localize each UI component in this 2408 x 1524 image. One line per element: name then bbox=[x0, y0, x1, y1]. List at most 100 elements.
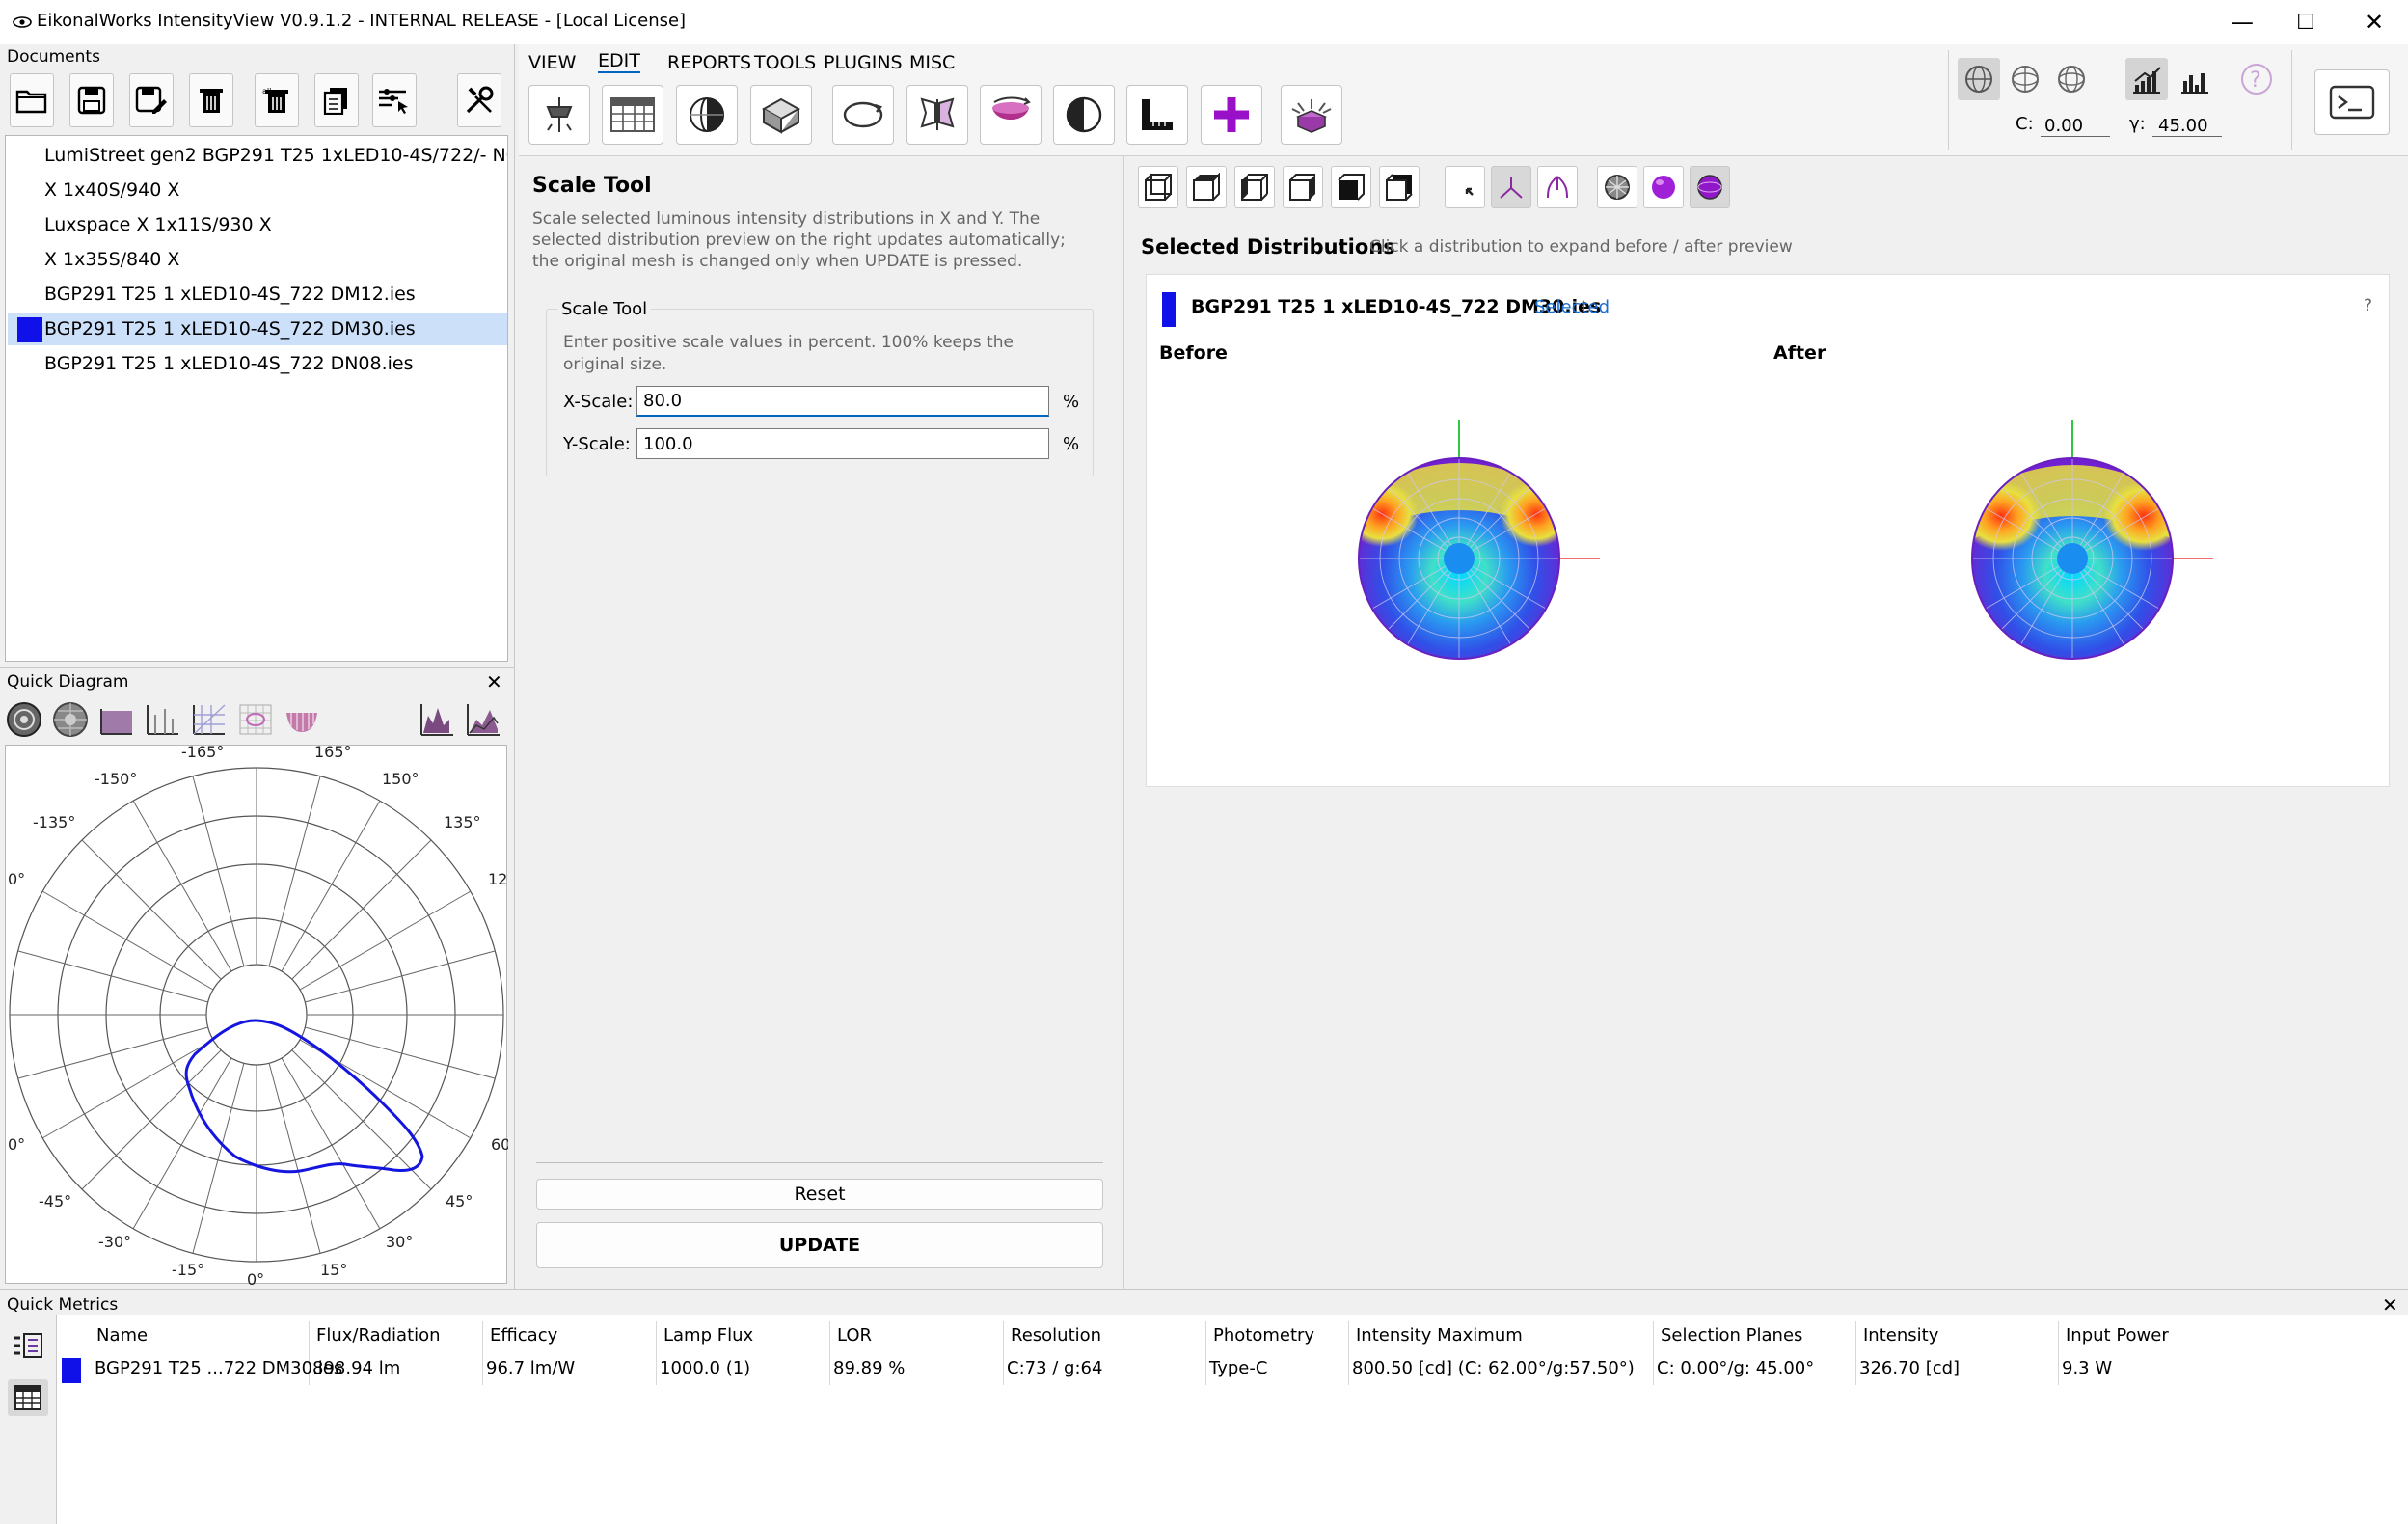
sphere-diagram-button[interactable] bbox=[50, 700, 91, 739]
export-chart-button[interactable] bbox=[417, 700, 457, 739]
tab-plugins[interactable]: PLUGINS bbox=[824, 52, 903, 73]
list-item[interactable]: X 1x40S/940 X bbox=[8, 175, 507, 206]
maximize-button[interactable]: ☐ bbox=[2272, 6, 2340, 39]
pointer-button[interactable] bbox=[1445, 166, 1485, 208]
sphere-view-button[interactable] bbox=[676, 85, 738, 145]
column-header[interactable]: Input Power bbox=[2066, 1325, 2169, 1346]
column-header[interactable]: Flux/Radiation bbox=[316, 1325, 441, 1346]
angle-label: -30° bbox=[98, 1233, 131, 1251]
terminal-icon bbox=[2329, 85, 2375, 120]
list-item[interactable]: BGP291 T25 1 xLED10-4S_722 DM12.ies bbox=[8, 279, 507, 311]
quick-diagram-close-button[interactable]: ✕ bbox=[486, 670, 502, 694]
save-button[interactable] bbox=[69, 73, 114, 127]
column-divider bbox=[829, 1321, 830, 1385]
tab-view[interactable]: VIEW bbox=[528, 52, 576, 73]
scale-tool-button[interactable] bbox=[1281, 85, 1342, 145]
y-scale-input[interactable] bbox=[636, 428, 1049, 459]
globe-bb-button[interactable] bbox=[2004, 58, 2046, 100]
cube-left-icon bbox=[1241, 174, 1268, 201]
reset-button[interactable]: Reset bbox=[536, 1179, 1103, 1210]
copy-button[interactable] bbox=[314, 73, 359, 127]
metrics-table-view-button[interactable] bbox=[8, 1379, 48, 1416]
console-button[interactable] bbox=[2314, 69, 2390, 135]
column-header[interactable]: Name bbox=[96, 1325, 148, 1346]
tools-settings-button[interactable] bbox=[457, 73, 501, 127]
add-button[interactable] bbox=[1201, 85, 1262, 145]
cartesian-diagram-button[interactable] bbox=[96, 700, 137, 739]
tab-misc[interactable]: MISC bbox=[909, 52, 955, 73]
ruler-l-icon bbox=[1142, 99, 1173, 130]
delete-all-button[interactable]: all bbox=[255, 73, 299, 127]
angle-label: 30° bbox=[386, 1233, 413, 1251]
view-right-button[interactable] bbox=[1283, 166, 1323, 208]
open-folder-button[interactable] bbox=[10, 73, 54, 127]
list-item[interactable]: LumiStreet gen2 BGP291 T25 1xLED10-4S/72… bbox=[8, 140, 507, 172]
cone-diagram-button[interactable] bbox=[143, 700, 183, 739]
angle-label: 0° bbox=[247, 1270, 264, 1285]
cursor-icon bbox=[1465, 187, 1474, 196]
copy-icon bbox=[323, 88, 347, 115]
angle-label: 0° bbox=[8, 1135, 25, 1154]
luminance-diagram-button[interactable] bbox=[189, 700, 230, 739]
x-scale-input[interactable] bbox=[636, 386, 1049, 417]
column-header[interactable]: Efficacy bbox=[490, 1325, 557, 1346]
isolux-diagram-button[interactable] bbox=[235, 700, 276, 739]
box-view-button[interactable] bbox=[750, 85, 812, 145]
luminaire-button[interactable] bbox=[528, 85, 590, 145]
shaded-button[interactable] bbox=[1690, 166, 1730, 208]
minimize-button[interactable]: — bbox=[2208, 6, 2276, 39]
symmetry-button[interactable] bbox=[1053, 85, 1115, 145]
view-bottom-button[interactable] bbox=[1331, 166, 1371, 208]
mirror-button[interactable] bbox=[906, 85, 968, 145]
globe-cy-button[interactable] bbox=[1958, 58, 2000, 100]
card-help-button[interactable]: ? bbox=[2364, 296, 2372, 315]
compare-chart-button[interactable] bbox=[463, 700, 503, 739]
column-header[interactable]: Intensity Maximum bbox=[1356, 1325, 1523, 1346]
rotate-button[interactable] bbox=[832, 85, 894, 145]
list-item[interactable]: BGP291 T25 1 xLED10-4S_722 DN08.ies bbox=[8, 348, 507, 380]
panel-divider bbox=[536, 1162, 1103, 1163]
curves-button[interactable] bbox=[1537, 166, 1578, 208]
column-header[interactable]: Resolution bbox=[1011, 1325, 1101, 1346]
diagonal-grid-icon bbox=[193, 704, 226, 735]
tilt-button[interactable] bbox=[980, 85, 1042, 145]
gamma-value[interactable]: 45.00 bbox=[2152, 116, 2222, 137]
metrics-list-view-button[interactable] bbox=[8, 1327, 48, 1364]
measure-button[interactable] bbox=[1126, 85, 1188, 145]
tab-tools[interactable]: TOOLS bbox=[754, 52, 816, 73]
view-back-button[interactable] bbox=[1379, 166, 1420, 208]
chart-bars-alt-button[interactable] bbox=[2174, 58, 2216, 100]
view-left-button[interactable] bbox=[1234, 166, 1275, 208]
list-item[interactable]: X 1x35S/840 X bbox=[8, 244, 507, 276]
polar-diagram-button[interactable] bbox=[4, 700, 44, 739]
column-header[interactable]: Lamp Flux bbox=[663, 1325, 753, 1346]
tab-edit[interactable]: EDIT bbox=[598, 50, 640, 73]
list-item-selected[interactable]: BGP291 T25 1 xLED10-4S_722 DM30.ies bbox=[8, 313, 507, 345]
delete-button[interactable] bbox=[189, 73, 233, 127]
table-view-button[interactable] bbox=[602, 85, 663, 145]
quick-metrics-close-button[interactable]: ✕ bbox=[2382, 1293, 2398, 1317]
update-button[interactable]: UPDATE bbox=[536, 1222, 1103, 1268]
column-header[interactable]: Photometry bbox=[1213, 1325, 1314, 1346]
distribution-card[interactable]: BGP291 T25 1 xLED10-4S_722 DM30.ies Sele… bbox=[1146, 274, 2390, 787]
view-front-button[interactable] bbox=[1138, 166, 1178, 208]
axes-button[interactable] bbox=[1491, 166, 1531, 208]
chart-bars-button[interactable] bbox=[2125, 58, 2168, 100]
wireframe-button[interactable] bbox=[1597, 166, 1637, 208]
select-filter-button[interactable] bbox=[372, 73, 417, 127]
glare-diagram-button[interactable] bbox=[282, 700, 322, 739]
column-header[interactable]: LOR bbox=[837, 1325, 872, 1346]
c-value[interactable]: 0.00 bbox=[2041, 116, 2110, 137]
solid-button[interactable] bbox=[1643, 166, 1684, 208]
close-button[interactable]: ✕ bbox=[2340, 6, 2408, 39]
save-as-button[interactable] bbox=[129, 73, 174, 127]
globe-aa-button[interactable] bbox=[2050, 58, 2093, 100]
column-header[interactable]: Selection Planes bbox=[1661, 1325, 1802, 1346]
tab-reports[interactable]: REPORTS bbox=[667, 52, 751, 73]
help-button[interactable]: ? bbox=[2235, 58, 2278, 100]
list-item[interactable]: Luxspace X 1x11S/930 X bbox=[8, 209, 507, 241]
column-divider bbox=[1348, 1321, 1349, 1385]
list-view-icon bbox=[14, 1333, 42, 1358]
view-top-button[interactable] bbox=[1186, 166, 1227, 208]
column-header[interactable]: Intensity bbox=[1863, 1325, 1938, 1346]
